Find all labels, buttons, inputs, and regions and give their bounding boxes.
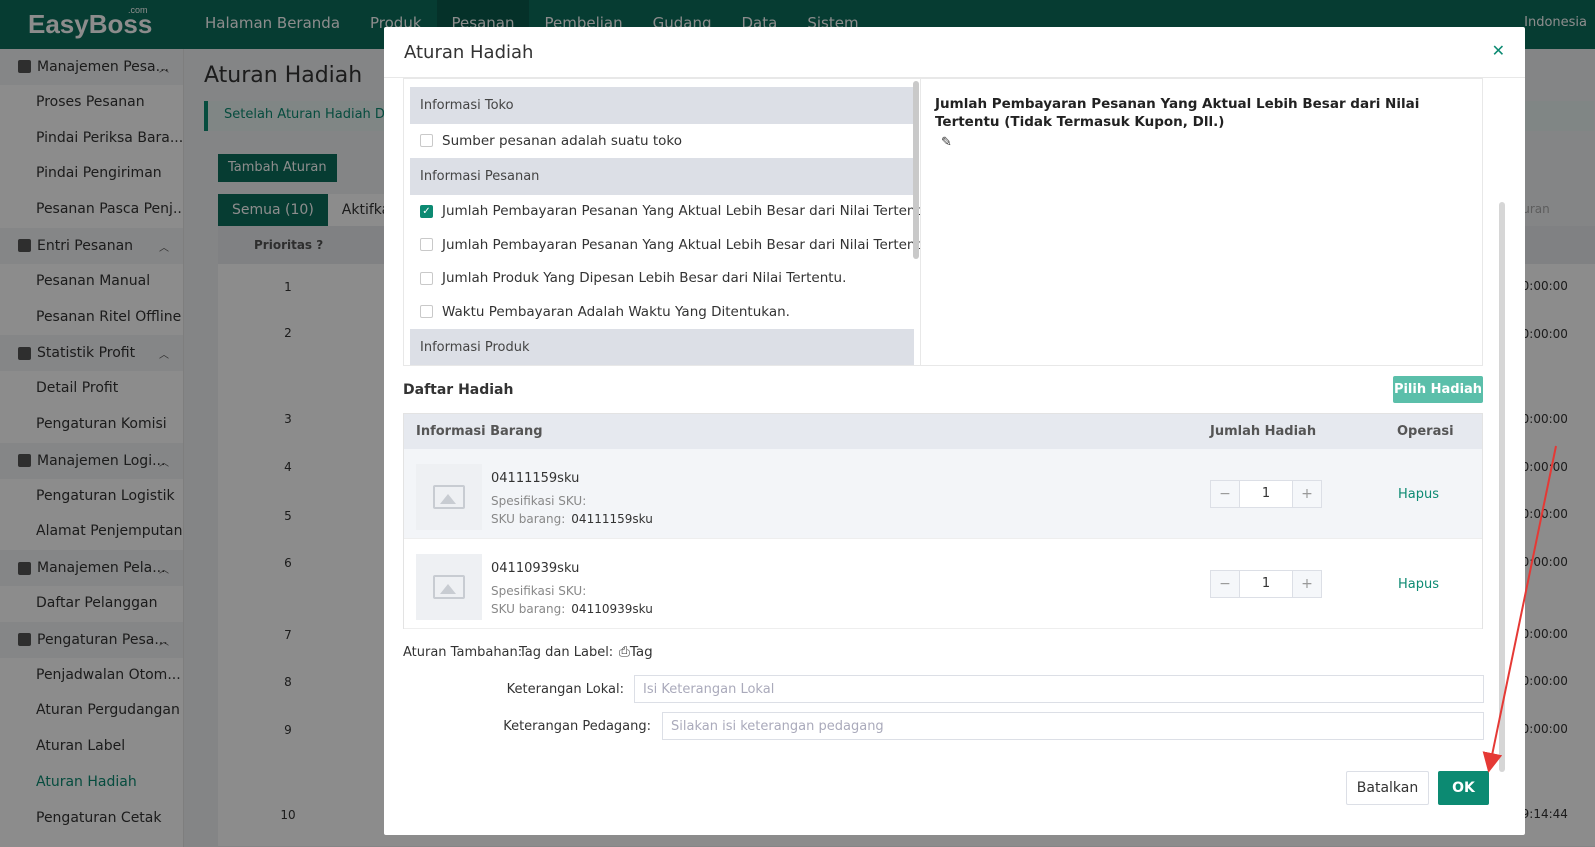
gift-rule-dialog: Aturan Hadiah ✕ Informasi Toko Sumber pe… (384, 27, 1525, 835)
checkbox[interactable] (420, 238, 433, 252)
image-placeholder-icon (433, 485, 465, 509)
condition-item[interactable]: Waktu Pembayaran Adalah Waktu Yang Diten… (404, 295, 920, 329)
product-spec: Spesifikasi SKU: (491, 494, 587, 508)
extra-rules-label: Aturan Tambahan: (403, 645, 523, 660)
product-thumbnail (416, 554, 482, 620)
selected-condition-title: Jumlah Pembayaran Pesanan Yang Aktual Le… (935, 96, 1420, 130)
quantity-stepper: − 1 + (1210, 480, 1322, 508)
product-thumbnail (416, 464, 482, 530)
dialog-header: Aturan Hadiah ✕ (384, 27, 1525, 78)
delete-link[interactable]: Hapus (1398, 487, 1439, 502)
header-item-info: Informasi Barang (416, 424, 543, 439)
product-spec: Spesifikasi SKU: (491, 584, 587, 598)
cancel-button[interactable]: Batalkan (1346, 771, 1429, 805)
checkbox-checked[interactable]: ✓ (420, 204, 433, 218)
condition-item[interactable]: Jumlah Pembayaran Pesanan Yang Aktual Le… (404, 228, 920, 262)
condition-list[interactable]: Informasi Toko Sumber pesanan adalah sua… (404, 79, 921, 365)
close-icon[interactable]: ✕ (1492, 41, 1505, 60)
dialog-title: Aturan Hadiah (404, 42, 534, 63)
condition-item[interactable]: Jumlah Produk Yang Dipesan Lebih Besar d… (404, 262, 920, 296)
pick-gift-button[interactable]: Pilih Hadiah (1393, 376, 1483, 403)
header-gift-qty: Jumlah Hadiah (1210, 424, 1317, 439)
ok-button[interactable]: OK (1438, 771, 1489, 805)
condition-item[interactable]: Sumber pesanan adalah suatu toko (404, 124, 920, 158)
tag-label: Tag dan Label: (519, 645, 614, 660)
image-placeholder-icon (433, 575, 465, 599)
checkbox[interactable] (420, 305, 433, 319)
minus-button[interactable]: − (1211, 481, 1239, 507)
delete-link[interactable]: Hapus (1398, 577, 1439, 592)
tag-icon: ⎙ (619, 644, 630, 660)
product-name: 04110939sku (491, 561, 580, 576)
local-note-label: Keterangan Lokal: (506, 682, 624, 697)
merchant-note-label: Keterangan Pedagang: (503, 719, 651, 734)
product-sku: SKU barang: 04111159sku (491, 512, 653, 526)
plus-button[interactable]: + (1293, 481, 1321, 507)
plus-button[interactable]: + (1293, 571, 1321, 597)
table-row: 04111159sku Spesifikasi SKU: SKU barang:… (404, 449, 1482, 539)
checkbox[interactable] (420, 134, 433, 148)
condition-list-scrollbar[interactable] (913, 81, 919, 259)
product-name: 04111159sku (491, 471, 580, 486)
header-operation: Operasi (1397, 424, 1454, 439)
condition-section-product: Informasi Produk (410, 328, 914, 365)
quantity-input[interactable]: 1 (1239, 571, 1293, 597)
minus-button[interactable]: − (1211, 571, 1239, 597)
merchant-note-input[interactable] (662, 712, 1484, 740)
quantity-stepper: − 1 + (1210, 570, 1322, 598)
condition-section-store: Informasi Toko (410, 87, 914, 124)
condition-panel: Informasi Toko Sumber pesanan adalah sua… (403, 78, 1483, 366)
local-note-input[interactable] (634, 675, 1484, 703)
selected-condition-detail: Jumlah Pembayaran Pesanan Yang Aktual Le… (935, 95, 1475, 152)
table-row: 04110939sku Spesifikasi SKU: SKU barang:… (404, 539, 1482, 629)
checkbox[interactable] (420, 271, 433, 285)
condition-item[interactable]: ✓ Jumlah Pembayaran Pesanan Yang Aktual L… (404, 195, 920, 229)
product-sku: SKU barang: 04110939sku (491, 602, 653, 616)
add-tag-button[interactable]: ⎙Tag (619, 644, 653, 660)
gift-table-header: Informasi Barang Jumlah Hadiah Operasi (404, 414, 1482, 449)
condition-section-order: Informasi Pesanan (410, 157, 914, 195)
gift-table: Informasi Barang Jumlah Hadiah Operasi 0… (403, 413, 1483, 629)
edit-icon[interactable]: ✎ (941, 134, 952, 152)
gift-list-title: Daftar Hadiah (403, 382, 514, 398)
quantity-input[interactable]: 1 (1239, 481, 1293, 507)
dialog-scrollbar[interactable] (1499, 202, 1505, 772)
